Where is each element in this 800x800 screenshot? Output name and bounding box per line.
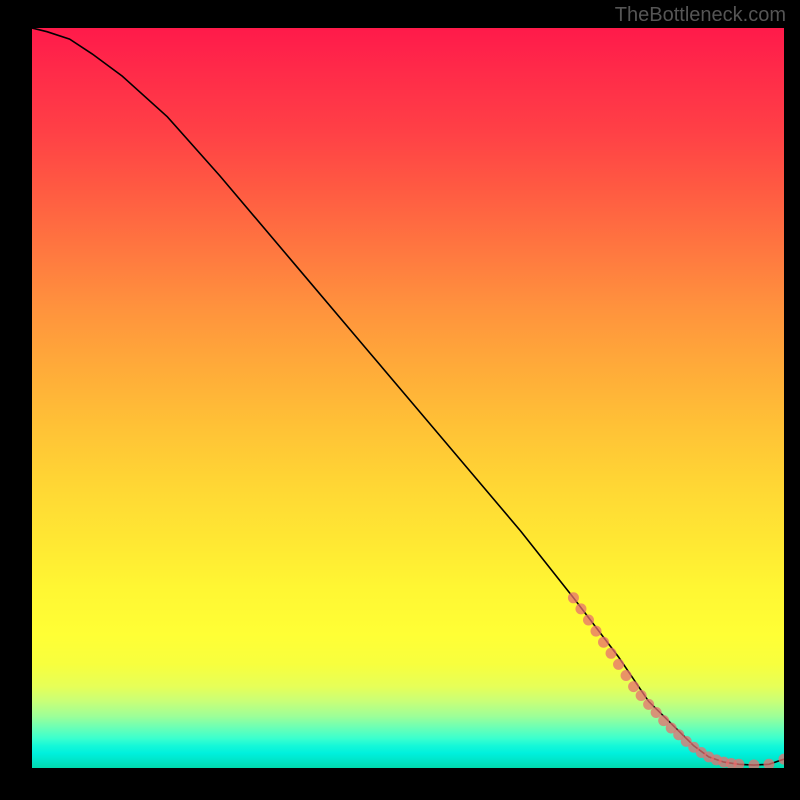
- data-point: [651, 707, 662, 718]
- data-point: [621, 670, 632, 681]
- scatter-points: [568, 592, 784, 768]
- chart-svg: [32, 28, 784, 768]
- plot-area: [32, 28, 784, 768]
- data-point: [613, 659, 624, 670]
- data-point: [779, 754, 785, 765]
- data-point: [606, 648, 617, 659]
- data-point: [583, 615, 594, 626]
- watermark-text: TheBottleneck.com: [615, 4, 786, 27]
- data-point: [636, 690, 647, 701]
- data-point: [748, 760, 759, 768]
- data-point: [763, 759, 774, 768]
- data-point: [591, 626, 602, 637]
- data-point: [643, 699, 654, 710]
- data-point: [598, 637, 609, 648]
- curve-line: [32, 28, 784, 765]
- chart-container: TheBottleneck.com: [0, 0, 800, 800]
- bottleneck-curve: [32, 28, 784, 765]
- data-point: [575, 603, 586, 614]
- data-point: [628, 681, 639, 692]
- data-point: [568, 592, 579, 603]
